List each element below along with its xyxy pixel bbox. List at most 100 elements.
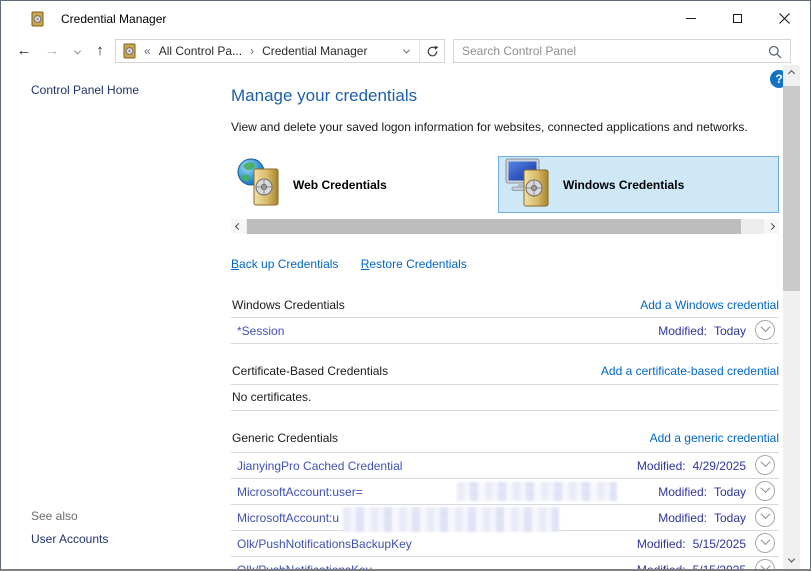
recent-pages-button[interactable]: [69, 37, 85, 65]
section-title: Windows Credentials: [232, 298, 345, 312]
expand-credential-button[interactable]: [755, 559, 775, 569]
modified-label: Modified:: [658, 323, 707, 338]
credential-row[interactable]: MicrosoftAccount:user= Modified: Today: [231, 479, 779, 505]
tab-web-credentials[interactable]: Web Credentials: [231, 156, 497, 213]
expand-credential-button[interactable]: [755, 320, 775, 340]
modified-value: Today: [713, 510, 746, 525]
window-title: Credential Manager: [61, 12, 167, 26]
credential-name: Olk/PushNotificationsBackupKey: [237, 536, 412, 551]
modified-value: Today: [713, 484, 746, 499]
divider: [231, 384, 779, 385]
scroll-right-button[interactable]: [764, 219, 779, 234]
credential-name: *Session: [237, 323, 285, 338]
maximize-icon: [733, 13, 742, 23]
close-icon: [779, 12, 790, 24]
web-credentials-icon: [237, 158, 283, 211]
expand-credential-button[interactable]: [755, 481, 775, 501]
credential-name: Olk/PushNotificationsKey: [237, 563, 372, 571]
close-button[interactable]: [761, 1, 808, 35]
restore-credentials-link[interactable]: Restore Credentials: [361, 257, 467, 271]
modified-value: Today: [713, 323, 746, 338]
expand-credential-button[interactable]: [755, 507, 775, 527]
add-windows-credential-link[interactable]: Add a Windows credential: [640, 298, 779, 312]
page-title: Manage your credentials: [231, 86, 418, 105]
modified-value: 5/15/2025: [692, 563, 746, 571]
chevron-right-icon: [767, 222, 776, 231]
search-input[interactable]: [462, 41, 762, 61]
modified-label: Modified:: [636, 563, 686, 571]
expand-credential-button[interactable]: [755, 533, 775, 553]
scroll-up-button[interactable]: [783, 65, 800, 82]
chevron-down-icon: [760, 457, 770, 468]
breadcrumb-separator-icon: ›: [250, 44, 255, 58]
chevron-up-icon: [787, 69, 796, 78]
credential-row[interactable]: Olk/PushNotificationsBackupKey Modified:…: [231, 531, 779, 557]
credential-name: MicrosoftAccount:user=: [237, 484, 363, 499]
tab-label: Windows Credentials: [563, 177, 685, 192]
divider: [231, 410, 779, 411]
credential-name: MicrosoftAccount:u: [237, 510, 340, 525]
add-certificate-credential-link[interactable]: Add a certificate-based credential: [601, 364, 779, 378]
credential-row-session[interactable]: *Session Modified: Today: [231, 318, 779, 344]
expand-credential-button[interactable]: [755, 455, 775, 475]
breadcrumb-item-all-control-panel[interactable]: All Control Pa...: [159, 44, 242, 58]
minimize-button[interactable]: [667, 1, 714, 35]
modified-label: Modified:: [658, 510, 707, 525]
help-icon: ?: [775, 72, 783, 86]
tab-windows-credentials[interactable]: Windows Credentials: [498, 156, 779, 213]
forward-button[interactable]: →: [41, 37, 63, 65]
credential-name: JianyingPro Cached Credential: [237, 458, 403, 473]
title-bar[interactable]: Credential Manager: [1, 1, 810, 37]
chevron-down-icon: [787, 555, 796, 563]
backup-credentials-link[interactable]: Back up Credentials: [231, 257, 338, 271]
location-icon: [121, 43, 137, 59]
redacted-text: [457, 482, 617, 501]
chevron-down-icon: [760, 322, 770, 333]
search-icon[interactable]: [768, 45, 782, 62]
horizontal-scrollbar-thumb[interactable]: [247, 219, 741, 234]
modified-value: 4/29/2025: [692, 458, 746, 473]
section-header-windows-credentials: Windows Credentials Add a Windows creden…: [231, 298, 779, 315]
scroll-down-button[interactable]: [783, 552, 800, 569]
back-icon: ←: [16, 42, 32, 59]
refresh-icon: [427, 45, 438, 56]
refresh-button[interactable]: [420, 40, 444, 62]
chevron-down-icon: [760, 483, 770, 494]
modified-value: 5/15/2025: [692, 536, 746, 551]
credential-row[interactable]: MicrosoftAccount:u Modified: Today: [231, 505, 779, 532]
minimize-icon: [685, 17, 696, 19]
sidebar-item-user-accounts[interactable]: User Accounts: [31, 532, 108, 546]
redacted-text: [343, 507, 559, 532]
modified-label: Modified:: [658, 484, 707, 499]
add-generic-credential-link[interactable]: Add a generic credential: [650, 431, 779, 445]
chevron-down-icon: [760, 509, 770, 520]
modified-label: Modified:: [636, 458, 686, 473]
breadcrumb-overflow-icon[interactable]: «: [144, 44, 151, 58]
back-button[interactable]: ←: [13, 37, 35, 65]
up-button[interactable]: ↑: [89, 37, 111, 65]
up-icon: ↑: [96, 42, 104, 59]
forward-icon: →: [44, 42, 60, 59]
chevron-down-icon: [73, 47, 81, 55]
horizontal-scrollbar[interactable]: [231, 219, 779, 234]
credential-row[interactable]: JianyingPro Cached Credential Modified: 4…: [231, 453, 779, 479]
chevron-down-icon: [760, 561, 770, 569]
vertical-scrollbar[interactable]: [783, 65, 800, 569]
credential-manager-window: Credential Manager ← → ↑ « All Control P…: [0, 0, 811, 571]
page-description: View and delete your saved logon informa…: [231, 120, 748, 134]
no-certificates-text: No certificates.: [232, 390, 312, 404]
address-dropdown-icon[interactable]: [402, 46, 411, 54]
search-box[interactable]: [453, 39, 791, 63]
tab-label: Web Credentials: [293, 177, 387, 192]
scroll-left-button[interactable]: [231, 219, 246, 234]
section-header-generic-credentials: Generic Credentials Add a generic creden…: [231, 431, 779, 448]
breadcrumb-item-credential-manager[interactable]: Credential Manager: [262, 44, 367, 58]
vertical-scrollbar-thumb[interactable]: [783, 86, 800, 291]
see-also-label: See also: [31, 509, 78, 523]
credential-row[interactable]: Olk/PushNotificationsKey Modified: 5/15/2…: [231, 557, 779, 571]
address-bar[interactable]: « All Control Pa... › Credential Manager: [115, 39, 445, 63]
section-title: Certificate-Based Credentials: [232, 364, 389, 378]
windows-credentials-icon: [505, 158, 553, 211]
maximize-button[interactable]: [714, 1, 761, 35]
sidebar-item-control-panel-home[interactable]: Control Panel Home: [31, 83, 139, 97]
